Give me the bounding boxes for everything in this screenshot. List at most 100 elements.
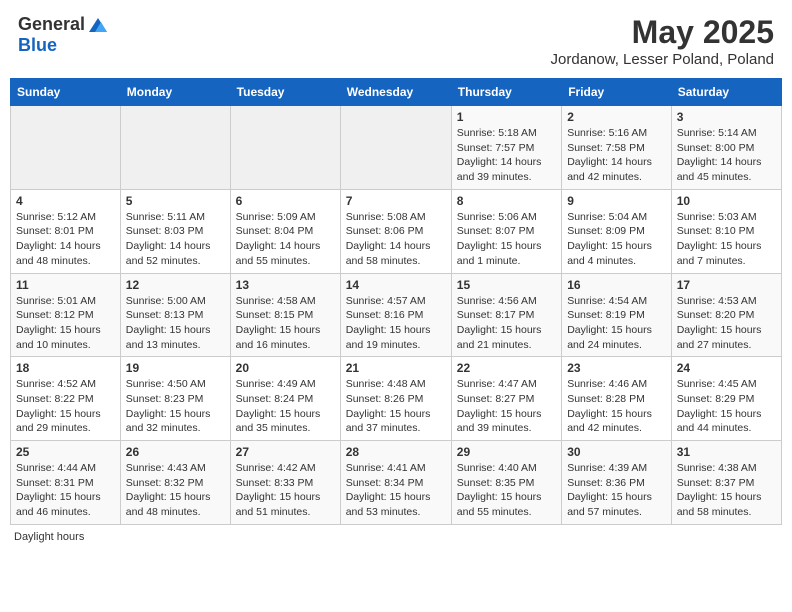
day-cell: 23 Sunrise: 4:46 AM Sunset: 8:28 PM Dayli… <box>562 357 672 441</box>
week-row-3: 11 Sunrise: 5:01 AM Sunset: 8:12 PM Dayli… <box>11 273 782 357</box>
day-cell: 13 Sunrise: 4:58 AM Sunset: 8:15 PM Dayli… <box>230 273 340 357</box>
day-cell: 30 Sunrise: 4:39 AM Sunset: 8:36 PM Dayli… <box>562 441 672 525</box>
day-info: Sunrise: 4:46 AM Sunset: 8:28 PM Dayligh… <box>567 377 666 436</box>
day-number: 31 <box>677 445 776 459</box>
week-row-4: 18 Sunrise: 4:52 AM Sunset: 8:22 PM Dayli… <box>11 357 782 441</box>
header-cell-tuesday: Tuesday <box>230 79 340 106</box>
day-number: 9 <box>567 194 666 208</box>
day-cell: 26 Sunrise: 4:43 AM Sunset: 8:32 PM Dayli… <box>120 441 230 525</box>
day-number: 3 <box>677 110 776 124</box>
day-cell: 9 Sunrise: 5:04 AM Sunset: 8:09 PM Daylig… <box>562 189 672 273</box>
page-header: General Blue May 2025 Jordanow, Lesser P… <box>10 10 782 72</box>
week-row-5: 25 Sunrise: 4:44 AM Sunset: 8:31 PM Dayli… <box>11 441 782 525</box>
day-cell: 14 Sunrise: 4:57 AM Sunset: 8:16 PM Dayli… <box>340 273 451 357</box>
day-cell <box>120 106 230 190</box>
title-block: May 2025 Jordanow, Lesser Poland, Poland <box>551 14 774 68</box>
day-number: 22 <box>457 361 556 375</box>
day-cell: 1 Sunrise: 5:18 AM Sunset: 7:57 PM Daylig… <box>451 106 561 190</box>
calendar-table: SundayMondayTuesdayWednesdayThursdayFrid… <box>10 78 782 525</box>
day-cell: 10Sunrise: 5:03 AM Sunset: 8:10 PM Dayli… <box>671 189 781 273</box>
day-cell: 7 Sunrise: 5:08 AM Sunset: 8:06 PM Daylig… <box>340 189 451 273</box>
day-number: 1 <box>457 110 556 124</box>
day-number: 28 <box>346 445 446 459</box>
day-cell: 24 Sunrise: 4:45 AM Sunset: 8:29 PM Dayli… <box>671 357 781 441</box>
day-cell: 12 Sunrise: 5:00 AM Sunset: 8:13 PM Dayli… <box>120 273 230 357</box>
day-info: Sunrise: 5:04 AM Sunset: 8:09 PM Dayligh… <box>567 210 666 269</box>
logo-general-text: General <box>18 15 85 35</box>
day-cell: 17 Sunrise: 4:53 AM Sunset: 8:20 PM Dayli… <box>671 273 781 357</box>
day-cell: 4Sunrise: 5:12 AM Sunset: 8:01 PM Daylig… <box>11 189 121 273</box>
day-info: Sunrise: 4:43 AM Sunset: 8:32 PM Dayligh… <box>126 461 225 520</box>
logo-icon <box>87 14 109 36</box>
day-info: Sunrise: 4:53 AM Sunset: 8:20 PM Dayligh… <box>677 294 776 353</box>
day-number: 23 <box>567 361 666 375</box>
day-info: Sunrise: 5:00 AM Sunset: 8:13 PM Dayligh… <box>126 294 225 353</box>
day-cell: 31Sunrise: 4:38 AM Sunset: 8:37 PM Dayli… <box>671 441 781 525</box>
day-number: 16 <box>567 278 666 292</box>
day-number: 14 <box>346 278 446 292</box>
day-number: 11 <box>16 278 115 292</box>
day-number: 13 <box>236 278 335 292</box>
day-cell: 16 Sunrise: 4:54 AM Sunset: 8:19 PM Dayli… <box>562 273 672 357</box>
day-info: Sunrise: 4:45 AM Sunset: 8:29 PM Dayligh… <box>677 377 776 436</box>
day-info: Sunrise: 4:40 AM Sunset: 8:35 PM Dayligh… <box>457 461 556 520</box>
calendar-body: 1 Sunrise: 5:18 AM Sunset: 7:57 PM Daylig… <box>11 106 782 525</box>
month-title: May 2025 <box>551 14 774 51</box>
day-cell <box>230 106 340 190</box>
header-cell-sunday: Sunday <box>11 79 121 106</box>
day-cell: 27Sunrise: 4:42 AM Sunset: 8:33 PM Dayli… <box>230 441 340 525</box>
day-info: Sunrise: 5:14 AM Sunset: 8:00 PM Dayligh… <box>677 126 776 185</box>
day-number: 10 <box>677 194 776 208</box>
day-number: 25 <box>16 445 115 459</box>
week-row-1: 1 Sunrise: 5:18 AM Sunset: 7:57 PM Daylig… <box>11 106 782 190</box>
day-cell: 21Sunrise: 4:48 AM Sunset: 8:26 PM Dayli… <box>340 357 451 441</box>
day-number: 18 <box>16 361 115 375</box>
day-info: Sunrise: 4:44 AM Sunset: 8:31 PM Dayligh… <box>16 461 115 520</box>
day-cell: 5Sunrise: 5:11 AM Sunset: 8:03 PM Daylig… <box>120 189 230 273</box>
day-cell <box>11 106 121 190</box>
calendar-header: SundayMondayTuesdayWednesdayThursdayFrid… <box>11 79 782 106</box>
day-number: 17 <box>677 278 776 292</box>
location-title: Jordanow, Lesser Poland, Poland <box>551 51 774 68</box>
logo-blue-text: Blue <box>18 35 57 55</box>
day-number: 19 <box>126 361 225 375</box>
footer-note: Daylight hours <box>10 531 782 543</box>
day-info: Sunrise: 5:12 AM Sunset: 8:01 PM Dayligh… <box>16 210 115 269</box>
daylight-hours-label: Daylight hours <box>14 531 84 543</box>
day-info: Sunrise: 4:56 AM Sunset: 8:17 PM Dayligh… <box>457 294 556 353</box>
day-info: Sunrise: 4:41 AM Sunset: 8:34 PM Dayligh… <box>346 461 446 520</box>
day-info: Sunrise: 5:01 AM Sunset: 8:12 PM Dayligh… <box>16 294 115 353</box>
day-info: Sunrise: 5:09 AM Sunset: 8:04 PM Dayligh… <box>236 210 335 269</box>
day-number: 24 <box>677 361 776 375</box>
day-info: Sunrise: 4:54 AM Sunset: 8:19 PM Dayligh… <box>567 294 666 353</box>
day-number: 12 <box>126 278 225 292</box>
day-number: 15 <box>457 278 556 292</box>
day-info: Sunrise: 5:11 AM Sunset: 8:03 PM Dayligh… <box>126 210 225 269</box>
day-info: Sunrise: 4:58 AM Sunset: 8:15 PM Dayligh… <box>236 294 335 353</box>
day-info: Sunrise: 4:50 AM Sunset: 8:23 PM Dayligh… <box>126 377 225 436</box>
day-number: 30 <box>567 445 666 459</box>
day-cell: 8Sunrise: 5:06 AM Sunset: 8:07 PM Daylig… <box>451 189 561 273</box>
day-cell: 15 Sunrise: 4:56 AM Sunset: 8:17 PM Dayli… <box>451 273 561 357</box>
day-number: 26 <box>126 445 225 459</box>
day-number: 7 <box>346 194 446 208</box>
header-cell-thursday: Thursday <box>451 79 561 106</box>
day-cell: 6Sunrise: 5:09 AM Sunset: 8:04 PM Daylig… <box>230 189 340 273</box>
header-cell-saturday: Saturday <box>671 79 781 106</box>
day-cell: 29Sunrise: 4:40 AM Sunset: 8:35 PM Dayli… <box>451 441 561 525</box>
day-cell: 20Sunrise: 4:49 AM Sunset: 8:24 PM Dayli… <box>230 357 340 441</box>
header-cell-monday: Monday <box>120 79 230 106</box>
week-row-2: 4Sunrise: 5:12 AM Sunset: 8:01 PM Daylig… <box>11 189 782 273</box>
day-info: Sunrise: 5:18 AM Sunset: 7:57 PM Dayligh… <box>457 126 556 185</box>
logo: General Blue <box>18 14 109 56</box>
day-cell: 2Sunrise: 5:16 AM Sunset: 7:58 PM Daylig… <box>562 106 672 190</box>
day-info: Sunrise: 5:08 AM Sunset: 8:06 PM Dayligh… <box>346 210 446 269</box>
day-cell: 25 Sunrise: 4:44 AM Sunset: 8:31 PM Dayli… <box>11 441 121 525</box>
day-info: Sunrise: 5:16 AM Sunset: 7:58 PM Dayligh… <box>567 126 666 185</box>
day-info: Sunrise: 4:57 AM Sunset: 8:16 PM Dayligh… <box>346 294 446 353</box>
day-info: Sunrise: 4:39 AM Sunset: 8:36 PM Dayligh… <box>567 461 666 520</box>
day-cell: 28 Sunrise: 4:41 AM Sunset: 8:34 PM Dayli… <box>340 441 451 525</box>
day-info: Sunrise: 4:52 AM Sunset: 8:22 PM Dayligh… <box>16 377 115 436</box>
day-info: Sunrise: 4:47 AM Sunset: 8:27 PM Dayligh… <box>457 377 556 436</box>
header-row: SundayMondayTuesdayWednesdayThursdayFrid… <box>11 79 782 106</box>
